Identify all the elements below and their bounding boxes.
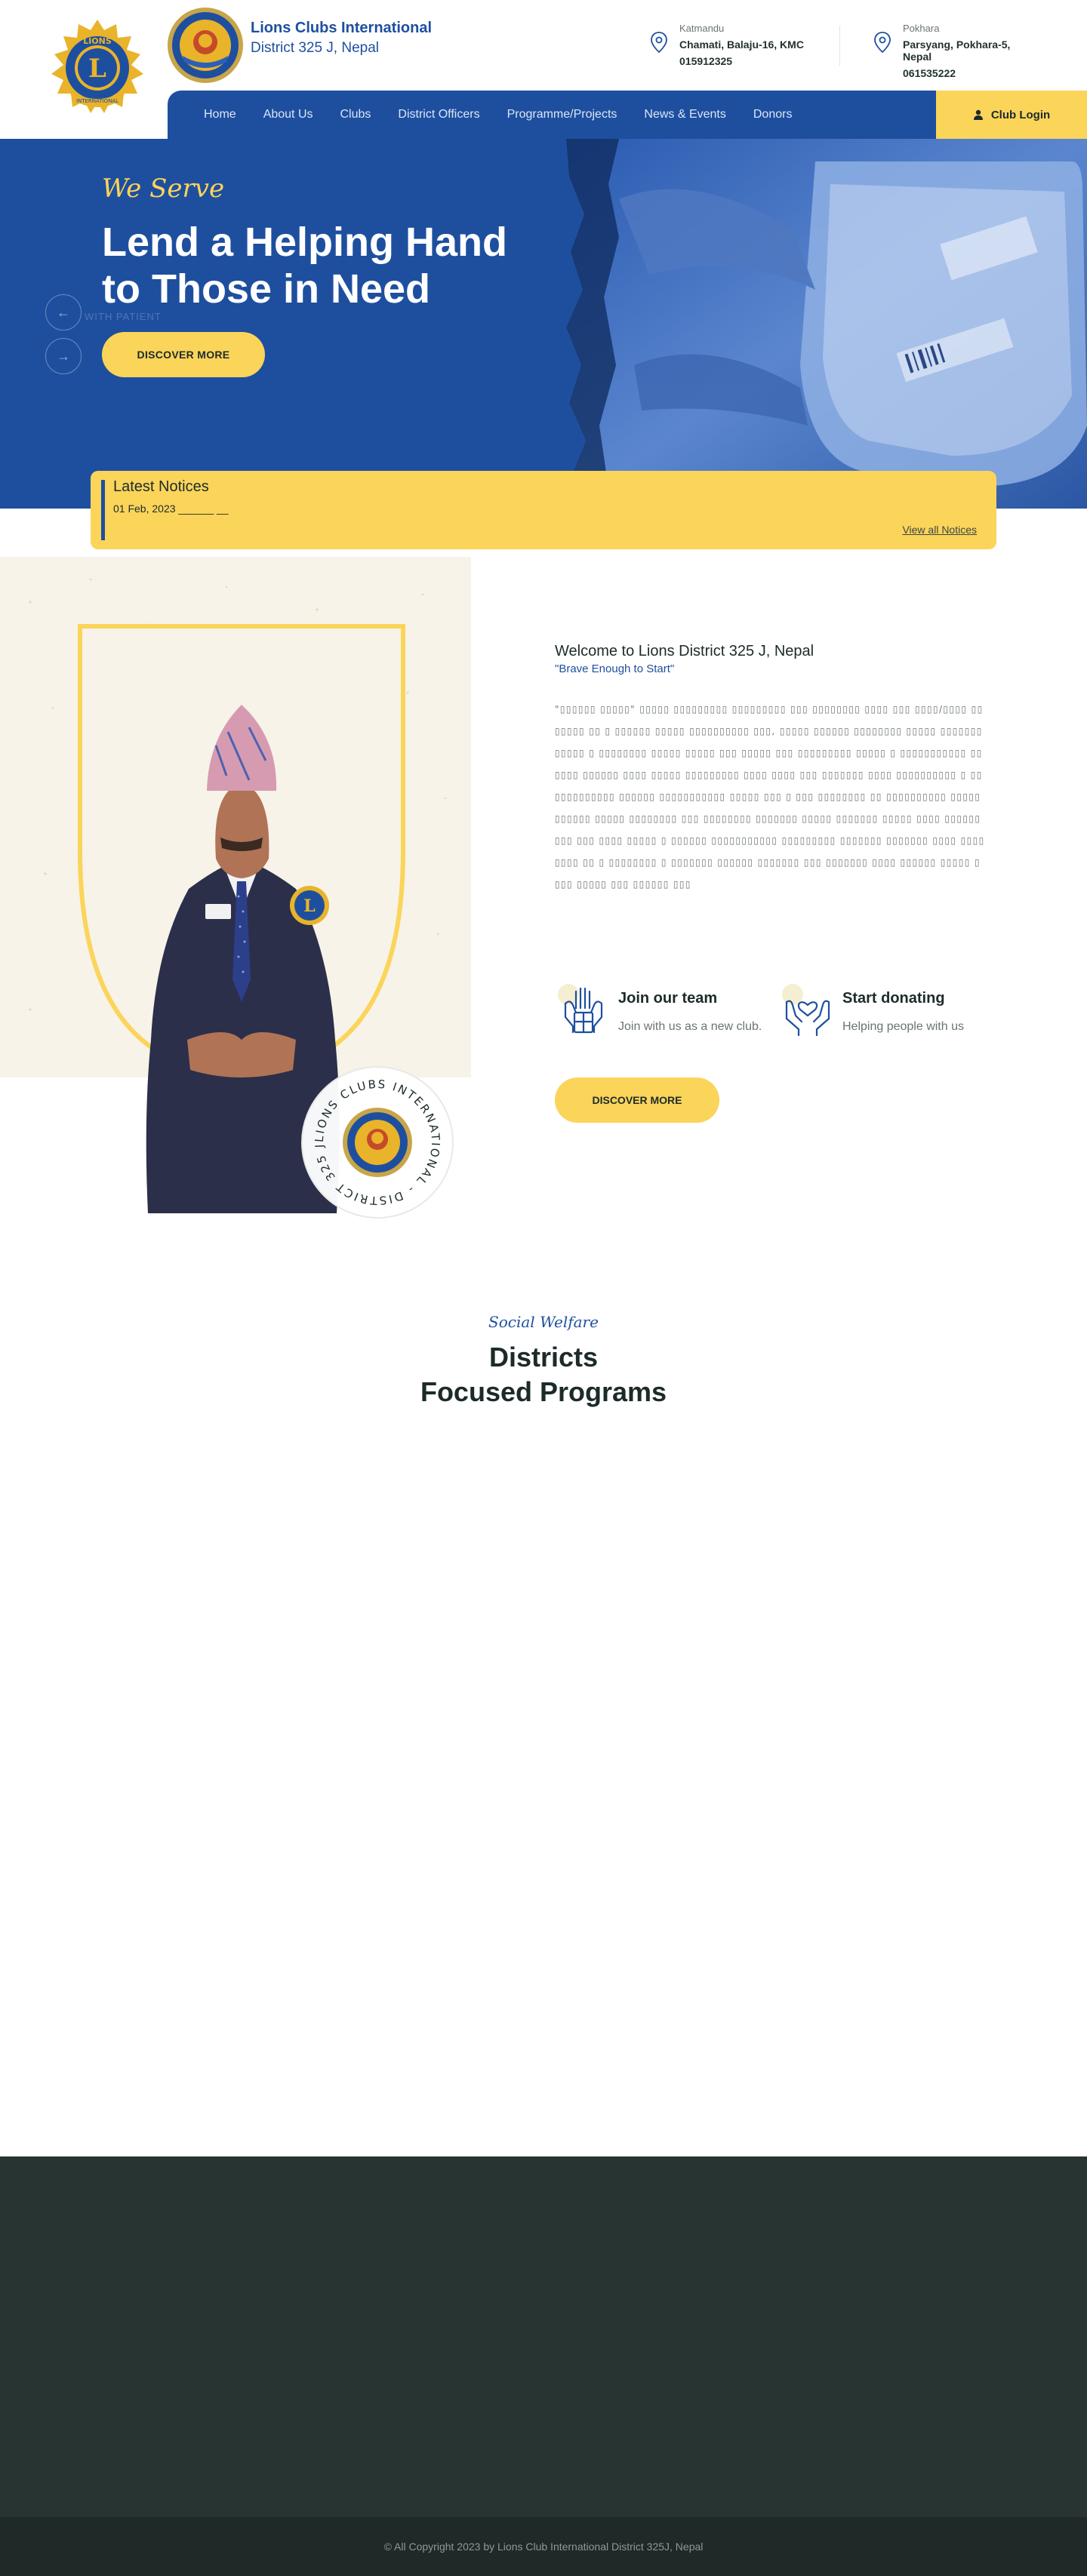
location-pin-icon xyxy=(651,32,667,53)
brand-name[interactable]: Lions Clubs International District 325 J… xyxy=(251,20,432,57)
nav-item-clubs[interactable]: Clubs xyxy=(340,108,371,121)
main-nav: Home About Us Clubs District Officers Pr… xyxy=(168,91,936,139)
copyright-text: © All Copyright 2023 by Lions Club Inter… xyxy=(383,2541,704,2553)
contact-pokhara: Pokhara Parsyang, Pokhara-5, Nepal 06153… xyxy=(874,23,1040,79)
hero-tagline: We Serve xyxy=(102,174,225,204)
hero-ghost-text: WITH PATIENT xyxy=(85,311,162,322)
view-all-notices-link[interactable]: View all Notices xyxy=(902,524,977,536)
contact-phone[interactable]: 061535222 xyxy=(903,67,1040,79)
feature-join-team[interactable]: Join our team Join with us as a new club… xyxy=(555,982,774,1044)
lions-logo-icon[interactable]: L LIONS INTERNATIONAL xyxy=(44,18,151,121)
feature-start-donating[interactable]: Start donating Helping people with us xyxy=(779,982,998,1044)
team-hands-icon xyxy=(558,984,603,1034)
hero-title: Lend a Helping Hand to Those in Need xyxy=(102,219,525,312)
nav-item-home[interactable]: Home xyxy=(204,108,236,121)
heart-hands-icon xyxy=(782,984,830,1037)
nav-item-donors[interactable]: Donors xyxy=(753,108,793,121)
feature-title: Start donating xyxy=(842,990,945,1007)
contact-divider xyxy=(839,26,840,66)
hero-discover-more-button[interactable]: DISCOVER MORE xyxy=(102,332,265,377)
contact-kathmandu: Katmandu Chamati, Balaju-16, KMC 0159123… xyxy=(651,23,817,67)
district-governor-portrait: L LIONS CLUBS INTERNATIONAL - DISTRICT 3… xyxy=(0,557,454,1219)
club-login-button[interactable]: Club Login xyxy=(936,91,1087,139)
programs-tagline: Social Welfare xyxy=(488,1313,599,1331)
about-welcome-heading: Welcome to Lions District 325 J, Nepal xyxy=(555,643,814,659)
contact-address: Chamati, Balaju-16, KMC xyxy=(679,38,804,51)
svg-text:INTERNATIONAL: INTERNATIONAL xyxy=(76,98,119,104)
svg-text:L: L xyxy=(88,54,106,84)
latest-notices-panel: Latest Notices 01 Feb, 2023 ______ __ Vi… xyxy=(91,471,996,549)
district-seal-icon[interactable] xyxy=(166,6,245,85)
feature-desc: Join with us as a new club. xyxy=(618,1020,762,1033)
location-pin-icon xyxy=(874,32,891,53)
brand-line-2: District 325 J, Nepal xyxy=(251,40,380,56)
nav-item-programme-projects[interactable]: Programme/Projects xyxy=(507,108,617,121)
contact-phone[interactable]: 015912325 xyxy=(679,55,817,67)
footer-bottom-bar: © All Copyright 2023 by Lions Club Inter… xyxy=(0,2517,1087,2576)
notices-accent-bar xyxy=(101,480,105,540)
nav-item-district-officers[interactable]: District Officers xyxy=(398,108,479,121)
hero-photo-blood-bag xyxy=(566,139,1087,509)
user-icon xyxy=(973,109,983,120)
notice-item[interactable]: 01 Feb, 2023 ______ __ xyxy=(113,503,229,515)
arrow-left-icon: ← xyxy=(57,304,70,320)
svg-text:LIONS: LIONS xyxy=(83,36,112,46)
feature-desc: Helping people with us xyxy=(842,1020,964,1033)
hero-title-line-2: to Those in Need xyxy=(102,266,431,312)
nav-item-news-events[interactable]: News & Events xyxy=(644,108,725,121)
slider-prev-button[interactable]: ← xyxy=(45,294,82,330)
contact-city: Pokhara xyxy=(903,23,940,34)
about-discover-more-button[interactable]: DISCOVER MORE xyxy=(555,1077,719,1123)
programs-title: Districts Focused Programs xyxy=(0,1340,1087,1409)
programs-title-line-1: Districts xyxy=(488,1342,599,1373)
site-header: L LIONS INTERNATIONAL Lions Clubs Intern… xyxy=(0,0,1087,139)
about-paragraph: "▯▯▯▯▯▯ ▯▯▯▯▯" ▯▯▯▯▯ ▯▯▯▯▯▯▯▯▯ ▯▯▯▯▯▯▯▯▯… xyxy=(555,704,985,890)
arrow-right-icon: → xyxy=(57,348,70,364)
nav-item-about-us[interactable]: About Us xyxy=(263,108,313,121)
notices-title: Latest Notices xyxy=(113,478,209,495)
slider-next-button[interactable]: → xyxy=(45,338,82,374)
programs-title-line-2: Focused Programs xyxy=(420,1376,667,1407)
site-footer xyxy=(0,2156,1087,2517)
svg-text:L: L xyxy=(303,896,315,916)
about-motto: "Brave Enough to Start" xyxy=(555,662,675,675)
feature-title: Join our team xyxy=(618,990,718,1007)
contact-city: Katmandu xyxy=(679,23,725,34)
club-login-label: Club Login xyxy=(990,108,1051,121)
brand-line-1: Lions Clubs International xyxy=(251,20,433,36)
hero-title-line-1: Lend a Helping Hand xyxy=(102,220,508,265)
contact-address: Parsyang, Pokhara-5, Nepal xyxy=(903,38,1011,63)
hero-banner: We Serve Lend a Helping Hand to Those in… xyxy=(0,139,1087,509)
